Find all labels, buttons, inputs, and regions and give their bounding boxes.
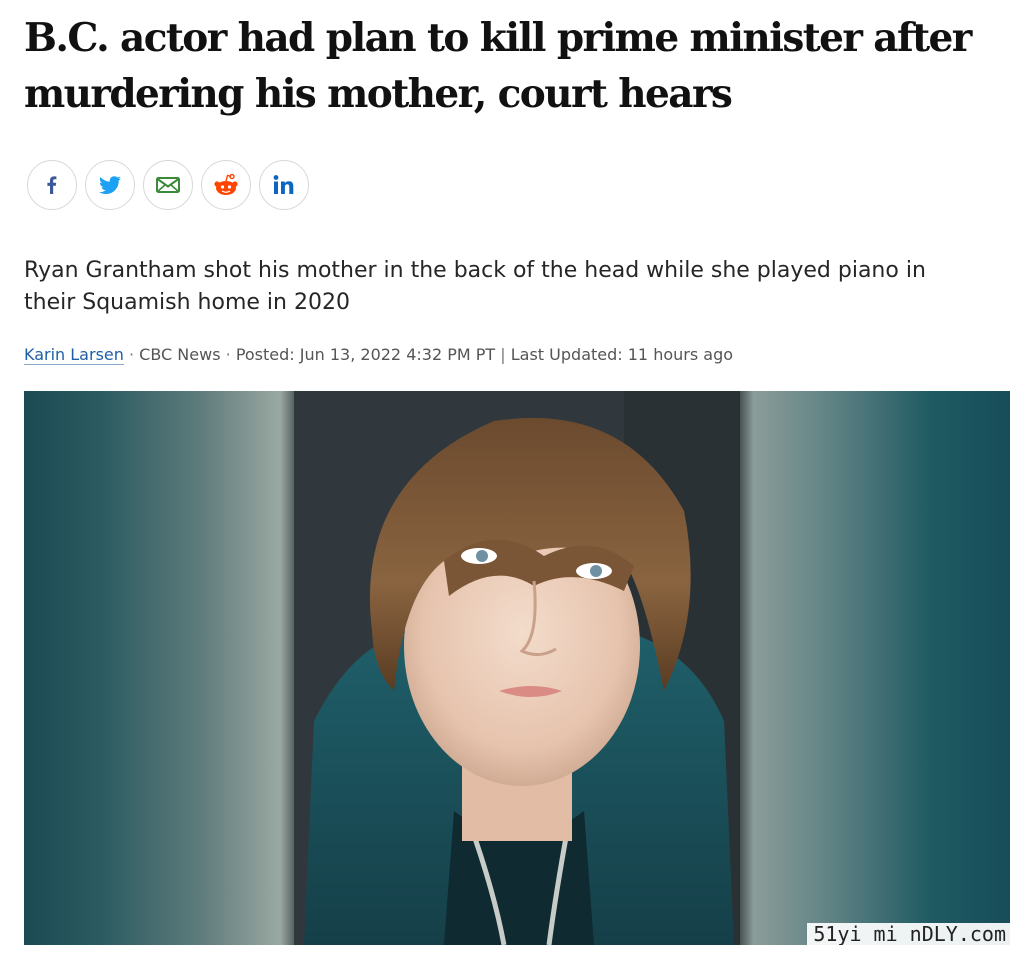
email-icon (156, 177, 180, 193)
hero-image: 51yi mi nDLY.com (24, 391, 1010, 945)
news-source: CBC News (139, 345, 221, 364)
byline: Karin Larsen · CBC News · Posted: Jun 13… (24, 343, 1004, 367)
updated-timestamp: Last Updated: 11 hours ago (510, 345, 734, 364)
share-facebook-button[interactable] (27, 160, 77, 210)
share-reddit-button[interactable] (201, 160, 251, 210)
share-email-button[interactable] (143, 160, 193, 210)
portrait-photo (294, 391, 740, 945)
article-headline: B.C. actor had plan to kill prime minist… (24, 15, 972, 117)
share-twitter-button[interactable] (85, 160, 135, 210)
portrait-illustration (294, 391, 740, 945)
article-page: B.C. actor had plan to kill prime minist… (0, 0, 1024, 957)
linkedin-icon (273, 175, 294, 194)
share-bar (27, 160, 309, 212)
image-watermark: 51yi mi nDLY.com (807, 923, 1010, 945)
article-dek: Ryan Grantham shot his mother in the bac… (24, 258, 926, 315)
posted-timestamp: Posted: Jun 13, 2022 4:32 PM PT (235, 345, 496, 364)
byline-separator: · (225, 345, 231, 364)
author-link[interactable]: Karin Larsen (24, 345, 124, 365)
reddit-icon (214, 173, 238, 195)
facebook-icon (47, 176, 57, 194)
byline-pipe: | (500, 345, 506, 364)
twitter-icon (99, 176, 121, 194)
share-linkedin-button[interactable] (259, 160, 309, 210)
byline-separator: · (128, 345, 135, 364)
